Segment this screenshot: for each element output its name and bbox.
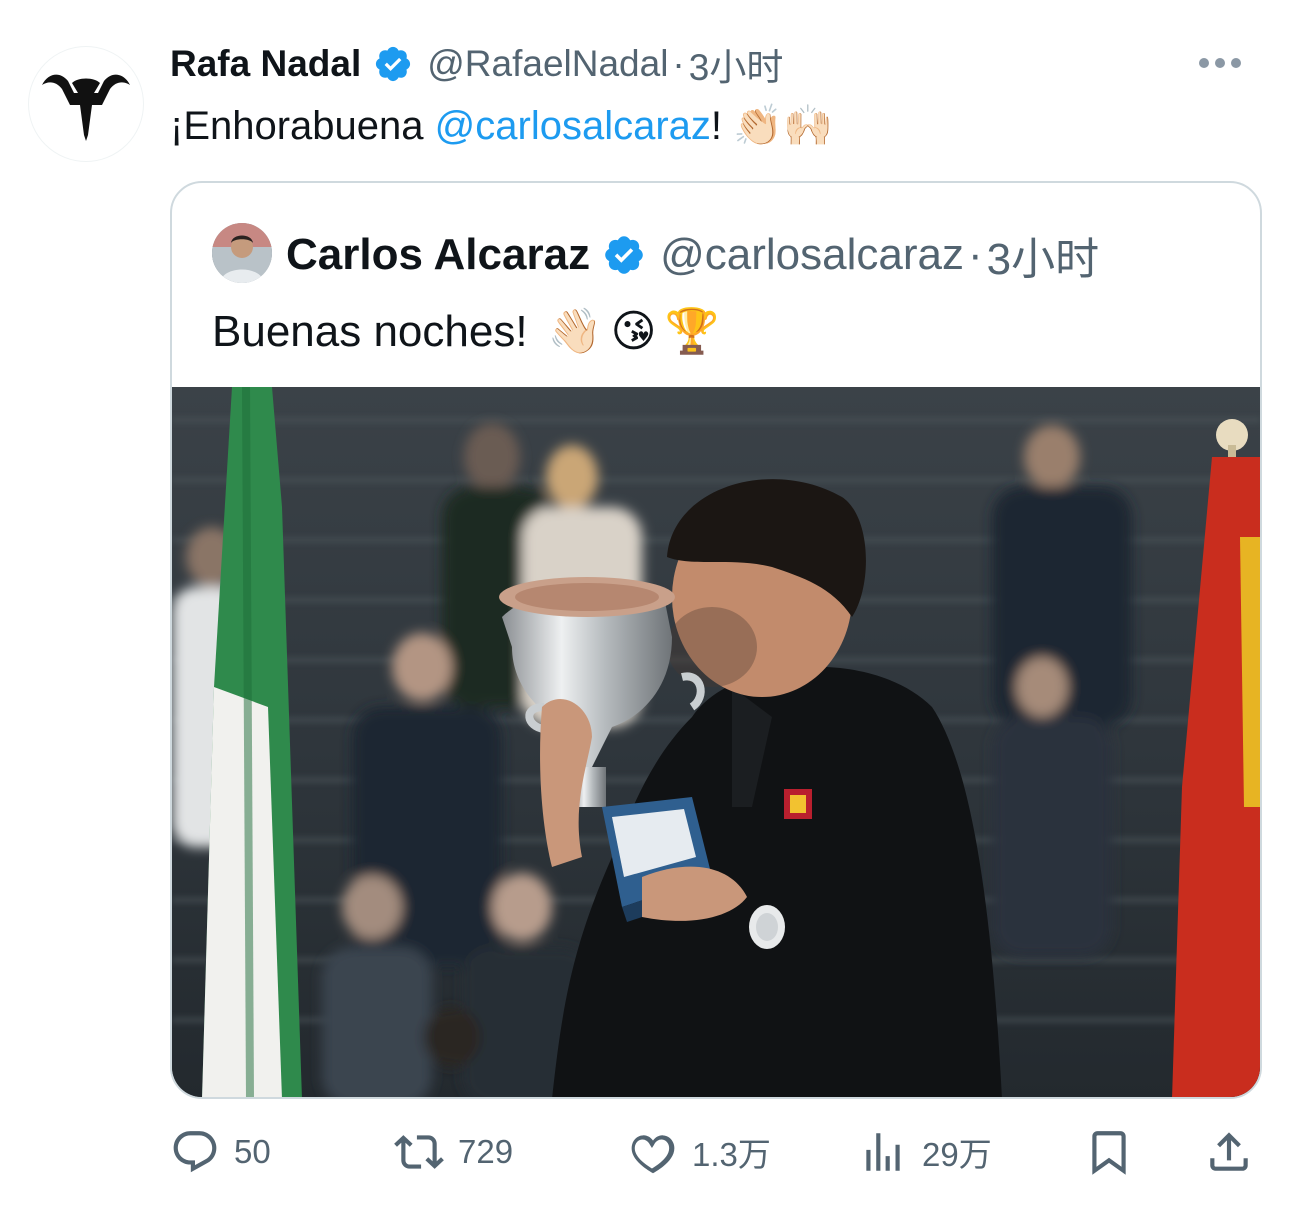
verified-badge-icon [605, 236, 643, 274]
heart-icon [631, 1135, 675, 1174]
quoted-tweet-header: Carlos Alcaraz @carlosalcaraz · 3小时 [286, 225, 1099, 285]
trophy-photo-image [172, 387, 1260, 1097]
separator-dot: · [672, 43, 685, 84]
retweet-count: 729 [458, 1133, 514, 1170]
bookmark-button[interactable] [1084, 1124, 1134, 1180]
more-options-button[interactable] [1194, 48, 1246, 78]
tweet-time[interactable]: 3小时 [689, 37, 784, 91]
tweet[interactable]: Rafa Nadal @RafaelNadal · 3小时 ¡Enhorabue… [0, 0, 1290, 1217]
retweet-button[interactable]: 729 [394, 1124, 513, 1180]
trophy-emoji: 🏆 [664, 306, 720, 357]
quoted-handle[interactable]: @carlosalcaraz [660, 230, 964, 280]
share-icon [1210, 1132, 1248, 1171]
tweet-header: Rafa Nadal @RafaelNadal · 3小时 [170, 40, 783, 88]
raising-hands-emoji: 🙌🏻 [782, 103, 833, 149]
quoted-author-avatar[interactable] [212, 223, 272, 283]
like-count: 1.3万 [692, 1136, 771, 1173]
quoted-text-main: Buenas noches! [212, 307, 528, 356]
verified-badge-icon [376, 46, 411, 82]
kiss-face-emoji: 😘 [610, 306, 657, 357]
clapping-hands-emoji: 👏🏻 [733, 103, 783, 149]
quoted-time[interactable]: 3小时 [987, 223, 1099, 287]
reply-count: 50 [234, 1133, 271, 1170]
tweet-action-bar: 50 729 1.3万 29万 [170, 1124, 1262, 1180]
person-avatar-icon [212, 223, 272, 283]
author-handle[interactable]: @RafaelNadal [427, 43, 668, 85]
tweet-text-main: ¡Enhorabuena [170, 104, 435, 148]
views-button[interactable]: 29万 [858, 1124, 992, 1180]
views-count: 29万 [922, 1136, 992, 1173]
mention-link[interactable]: @carlosalcaraz [435, 104, 711, 148]
share-button[interactable] [1204, 1124, 1254, 1180]
reply-button[interactable]: 50 [170, 1124, 271, 1180]
more-options-icon [1199, 58, 1241, 68]
quoted-tweet-card[interactable]: Carlos Alcaraz @carlosalcaraz · 3小时 Buen… [170, 181, 1262, 1099]
separator-dot: · [967, 230, 983, 279]
views-chart-icon [866, 1133, 900, 1171]
trophy-photo[interactable] [172, 387, 1260, 1097]
author-avatar[interactable] [28, 46, 144, 162]
quoted-tweet-text: Buenas noches! 👋🏻 😘 🏆 [212, 301, 719, 363]
quoted-display-name[interactable]: Carlos Alcaraz [286, 230, 590, 280]
bookmark-icon [1092, 1131, 1126, 1175]
like-button[interactable]: 1.3万 [628, 1124, 771, 1180]
reply-icon [173, 1131, 217, 1173]
retweet-icon [394, 1135, 444, 1169]
author-display-name[interactable]: Rafa Nadal [170, 43, 361, 85]
waving-hand-emoji: 👋🏻 [547, 306, 603, 357]
tweet-text: ¡Enhorabuena @carlosalcaraz! 👏🏻🙌🏻 [170, 98, 833, 154]
bull-logo-icon [42, 74, 130, 141]
tweet-text-end: ! [710, 104, 723, 148]
